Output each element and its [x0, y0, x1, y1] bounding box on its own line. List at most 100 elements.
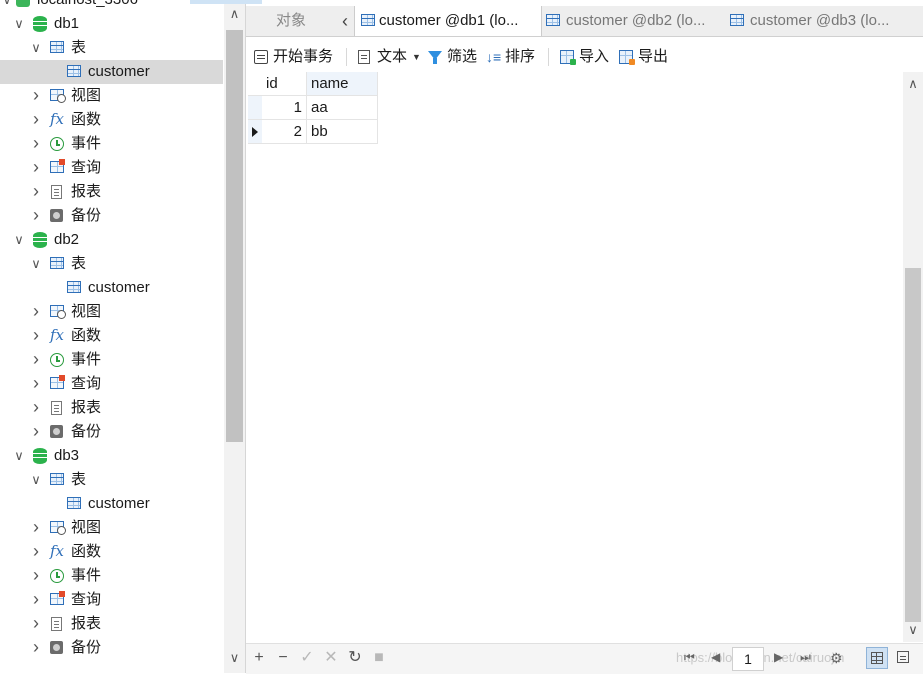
export-button[interactable]: 导出 — [619, 46, 673, 68]
chevron-right-icon[interactable] — [29, 564, 43, 588]
tab-objects[interactable]: 对象 — [246, 6, 336, 36]
tree-group-events[interactable]: 事件 — [0, 348, 223, 372]
text-button[interactable]: 文本 ▼ — [358, 46, 421, 68]
refresh-button[interactable]: ↻ — [346, 648, 364, 668]
tree-group-functions[interactable]: fx 函数 — [0, 324, 223, 348]
sidebar-scroll-thumb[interactable] — [226, 30, 243, 442]
last-page-icon[interactable]: ⏭ — [800, 650, 811, 665]
tab-customer-db3[interactable]: customer @db3 (lo... — [726, 6, 923, 36]
chevron-down-icon[interactable] — [29, 252, 43, 276]
tree-group-queries[interactable]: 查询 — [0, 156, 223, 180]
filter-icon — [428, 51, 442, 64]
tree-database-db2[interactable]: db2 — [0, 228, 223, 252]
tab-scroll-left-icon[interactable]: ‹ — [336, 6, 354, 36]
group-label: 查询 — [71, 591, 102, 608]
scroll-down-icon[interactable]: ∨ — [224, 650, 245, 666]
tab-customer-db1[interactable]: customer @db1 (lo... — [354, 6, 542, 36]
table-icon — [361, 14, 375, 26]
tree-group-tables[interactable]: 表 — [0, 36, 223, 60]
group-label: 报表 — [71, 615, 102, 632]
tree-group-functions[interactable]: fx 函数 — [0, 108, 223, 132]
chevron-right-icon[interactable] — [29, 396, 43, 420]
chevron-right-icon[interactable] — [29, 420, 43, 444]
tree-group-queries[interactable]: 查询 — [0, 372, 223, 396]
tree-group-reports[interactable]: 报表 — [0, 396, 223, 420]
next-page-icon[interactable]: ▶ — [774, 650, 783, 664]
begin-transaction-button[interactable]: 开始事务 — [254, 46, 340, 68]
stop-button[interactable]: ■ — [370, 648, 388, 668]
chevron-down-icon[interactable] — [12, 12, 26, 36]
column-header-name[interactable]: name — [307, 72, 378, 96]
tree-group-views[interactable]: 视图 — [0, 84, 223, 108]
button-label: 导出 — [638, 48, 669, 65]
chevron-down-icon[interactable] — [0, 0, 14, 12]
tree-table-customer[interactable]: customer — [0, 276, 223, 300]
chevron-right-icon[interactable] — [29, 588, 43, 612]
discard-changes-button[interactable]: ✕ — [322, 648, 340, 668]
chevron-right-icon[interactable] — [29, 84, 43, 108]
tab-customer-db2[interactable]: customer @db2 (lo... — [542, 6, 726, 36]
filter-button[interactable]: 筛选 — [428, 46, 482, 68]
tree-group-events[interactable]: 事件 — [0, 564, 223, 588]
tree-group-tables[interactable]: 表 — [0, 468, 223, 492]
chevron-down-icon[interactable] — [12, 228, 26, 252]
tree-group-backups[interactable]: 备份 — [0, 204, 223, 228]
previous-page-icon[interactable]: ◀ — [711, 650, 720, 664]
import-button[interactable]: 导入 — [560, 46, 614, 68]
column-header-id[interactable]: id — [262, 72, 307, 96]
tree-group-reports[interactable]: 报表 — [0, 180, 223, 204]
chevron-down-icon[interactable] — [29, 36, 43, 60]
chevron-right-icon[interactable] — [29, 636, 43, 660]
gear-icon[interactable]: ⚙ — [830, 650, 843, 667]
chevron-down-icon[interactable] — [29, 468, 43, 492]
tree-group-tables[interactable]: 表 — [0, 252, 223, 276]
apply-changes-button[interactable]: ✓ — [298, 648, 316, 668]
scroll-up-icon[interactable]: ∧ — [903, 76, 923, 92]
tree-group-backups[interactable]: 备份 — [0, 636, 223, 660]
tree-group-reports[interactable]: 报表 — [0, 612, 223, 636]
sort-button[interactable]: ↓≡ 排序 — [486, 46, 540, 68]
chevron-right-icon[interactable] — [29, 348, 43, 372]
chevron-right-icon[interactable] — [29, 540, 43, 564]
page-number-input[interactable]: 1 — [732, 647, 764, 671]
export-icon — [619, 50, 635, 65]
grid-view-button[interactable] — [866, 647, 888, 669]
chevron-right-icon[interactable] — [29, 324, 43, 348]
chevron-right-icon[interactable] — [29, 300, 43, 324]
row-marker[interactable] — [248, 96, 262, 120]
grid-scroll-thumb[interactable] — [905, 268, 921, 622]
chevron-right-icon[interactable] — [29, 180, 43, 204]
sort-icon: ↓≡ — [486, 49, 502, 65]
add-record-button[interactable]: + — [250, 648, 268, 668]
scroll-down-icon[interactable]: ∨ — [903, 622, 923, 638]
chevron-right-icon[interactable] — [29, 516, 43, 540]
chevron-right-icon[interactable] — [29, 132, 43, 156]
tree-group-views[interactable]: 视图 — [0, 516, 223, 540]
table-cell[interactable]: 2 — [262, 120, 307, 144]
chevron-right-icon[interactable] — [29, 156, 43, 180]
tree-group-queries[interactable]: 查询 — [0, 588, 223, 612]
chevron-down-icon[interactable] — [12, 444, 26, 468]
first-page-icon[interactable]: ⏮ — [684, 650, 695, 665]
table-cell[interactable]: aa — [307, 96, 378, 120]
form-view-button[interactable] — [893, 647, 915, 669]
backup-icon — [50, 425, 63, 438]
tree-group-backups[interactable]: 备份 — [0, 420, 223, 444]
current-row-marker[interactable] — [248, 120, 262, 144]
chevron-right-icon[interactable] — [29, 204, 43, 228]
tree-group-views[interactable]: 视图 — [0, 300, 223, 324]
tree-group-events[interactable]: 事件 — [0, 132, 223, 156]
tree-database-db1[interactable]: db1 — [0, 12, 223, 36]
delete-record-button[interactable]: − — [274, 648, 292, 668]
tab-bar: 对象 ‹ customer @db1 (lo... customer @db2 … — [246, 6, 923, 37]
tree-database-db3[interactable]: db3 — [0, 444, 223, 468]
table-cell[interactable]: 1 — [262, 96, 307, 120]
tree-group-functions[interactable]: fx 函数 — [0, 540, 223, 564]
scroll-up-icon[interactable]: ∧ — [224, 6, 245, 22]
tree-table-customer[interactable]: customer — [0, 492, 223, 516]
chevron-right-icon[interactable] — [29, 108, 43, 132]
table-cell[interactable]: bb — [307, 120, 378, 144]
tree-table-customer[interactable]: customer — [0, 60, 223, 84]
chevron-right-icon[interactable] — [29, 372, 43, 396]
chevron-right-icon[interactable] — [29, 612, 43, 636]
